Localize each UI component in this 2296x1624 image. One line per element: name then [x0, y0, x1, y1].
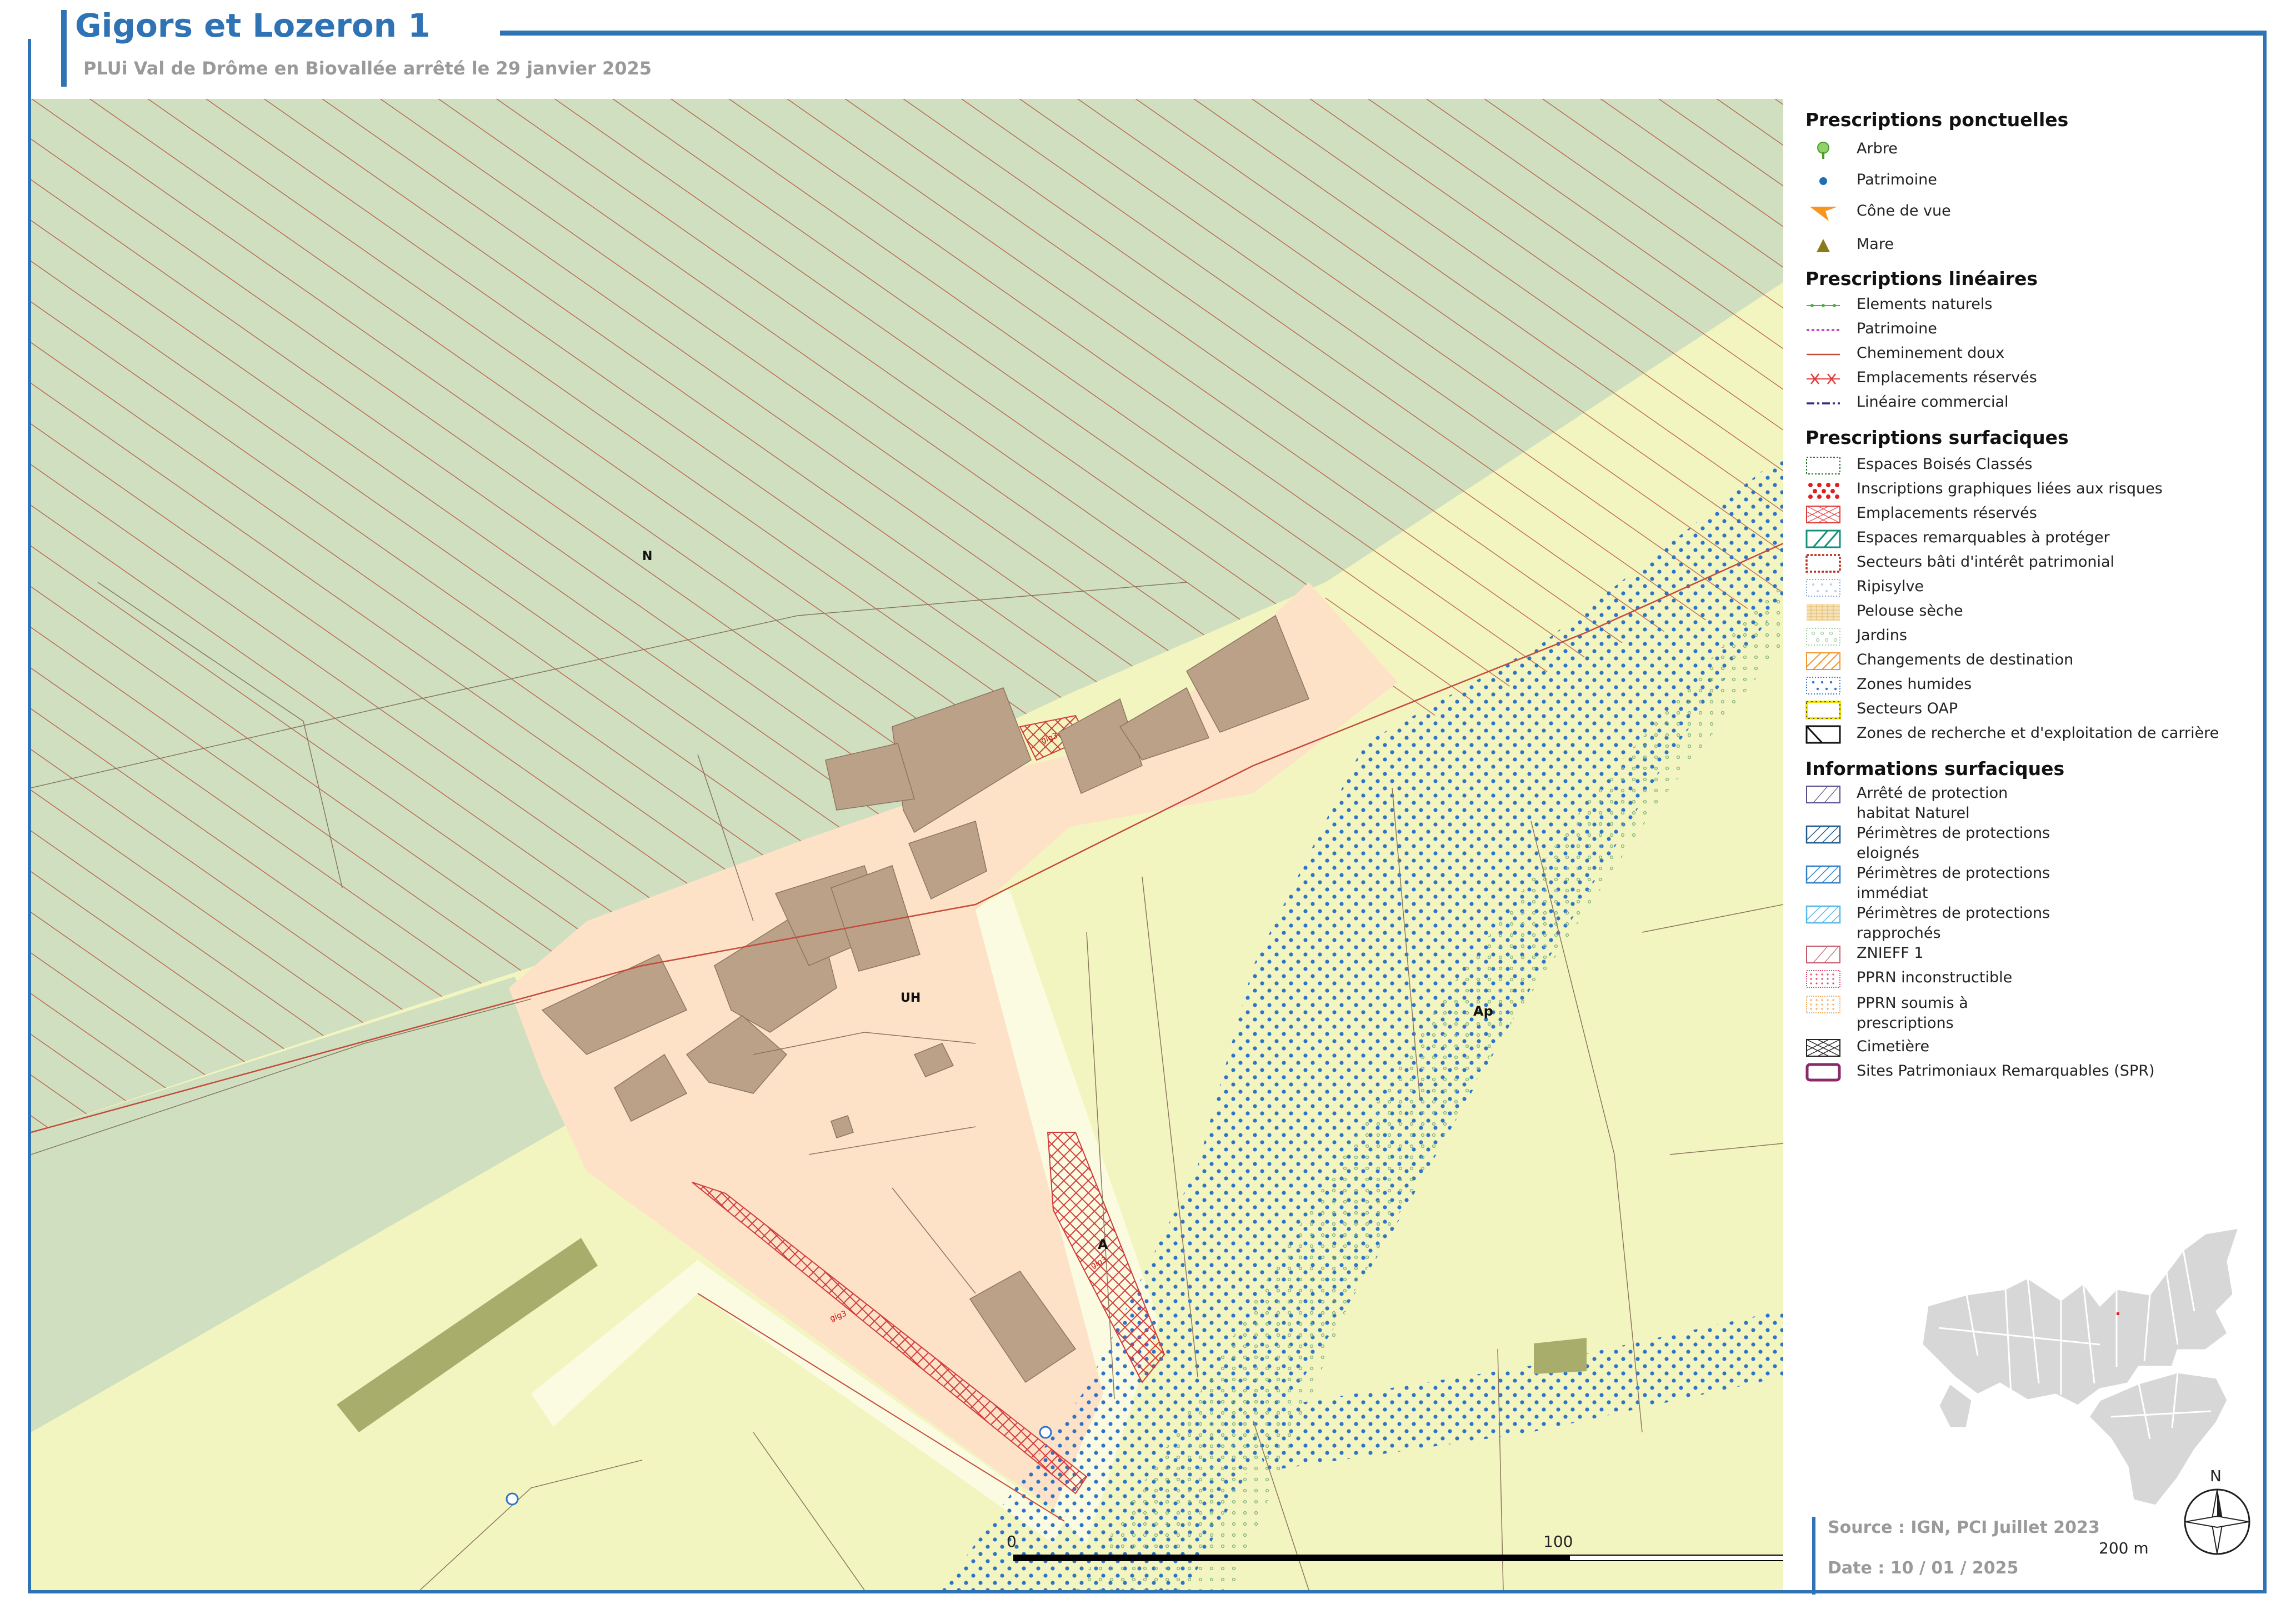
quarry-zone-icon: [1805, 725, 1841, 744]
legend-item: Périmètres de protections eloignés: [1805, 823, 2272, 863]
view-cone-icon: [1810, 207, 1838, 221]
wetland-icon: [1806, 677, 1840, 694]
locator-communes: [1921, 1227, 2240, 1507]
legend-item: Zones humides: [1805, 674, 2272, 697]
reserved-line-icon: [1807, 373, 1840, 384]
page-subtitle: PLUi Val de Drôme en Biovallée arrêté le…: [83, 58, 652, 79]
legend-item: Secteurs OAP: [1805, 699, 2272, 721]
page-title: Gigors et Lozeron 1: [75, 7, 431, 44]
pprn-unbuildable-icon: [1806, 970, 1840, 988]
legend-item: Changements de destination: [1805, 650, 2272, 672]
north-arrow: N: [2181, 1467, 2253, 1561]
far-protection-icon: [1805, 825, 1841, 844]
legend-heading-lineaires: Prescriptions linéaires: [1805, 268, 2038, 289]
legend-item: Arbre: [1805, 139, 2272, 161]
legend-panel: Prescriptions ponctuelles Arbre Patrimoi…: [1800, 106, 2278, 1106]
north-label: N: [2210, 1467, 2222, 1485]
pprn-conditional-icon: [1806, 996, 1840, 1013]
map-svg: N UH Ap A gig3 gig3 gig3: [31, 99, 1783, 1590]
legend-item: Jardins: [1805, 626, 2272, 648]
source-text: Source : IGN, PCI Juillet 2023: [1828, 1518, 2100, 1537]
reserved-area-icon: [1806, 506, 1840, 523]
legend-item: Périmètres de protections immédiat: [1805, 863, 2272, 903]
legend-item: Emplacements réservés: [1805, 368, 2272, 390]
dry-lawn-icon: [1807, 604, 1840, 621]
zone-label-ap: Ap: [1473, 1003, 1493, 1019]
legend-item: Patrimoine: [1805, 319, 2272, 341]
remarkable-spaces-icon: [1805, 529, 1841, 548]
cemetery-icon: [1806, 1039, 1840, 1057]
title-rule: [500, 31, 2267, 34]
natural-line-icon: [1807, 304, 1840, 307]
tree-icon: [1817, 142, 1829, 159]
immediate-protection-icon: [1805, 865, 1841, 884]
zone-label-n: N: [642, 549, 652, 563]
scale-bar: [1013, 1555, 1569, 1561]
legend-item: Inscriptions graphiques liées aux risque…: [1805, 479, 2272, 501]
title-accent-bar: [61, 10, 67, 87]
heritage-line-icon: [1807, 329, 1840, 331]
legend-item: Cheminement doux: [1805, 343, 2272, 366]
legend-item: Ripisylve: [1805, 577, 2272, 599]
legend-item: PPRN inconstructible: [1805, 968, 2272, 990]
oap-sector-icon: [1805, 701, 1841, 719]
compass-icon: [2184, 1488, 2250, 1555]
legend-item: Pelouse sèche: [1805, 601, 2272, 623]
pond-triangle-icon: [1817, 239, 1830, 252]
heritage-sector-icon: [1805, 554, 1841, 573]
legend-heading-surfaciques: Prescriptions surfaciques: [1805, 427, 2069, 448]
legend-item: Mare: [1805, 234, 2272, 257]
spr-icon: [1805, 1063, 1841, 1082]
zone-label-uh: UH: [901, 991, 921, 1005]
legend-item: Espaces remarquables à protéger: [1805, 528, 2272, 550]
legend-item: ZNIEFF 1: [1805, 943, 2272, 966]
legend-heading-ponctuelles: Prescriptions ponctuelles: [1805, 109, 2069, 131]
legend-item: Emplacements réservés: [1805, 503, 2272, 526]
zone-label-a: A: [1098, 1237, 1108, 1252]
patrimoine-marker: [1039, 1426, 1052, 1439]
legend-item: Linéaire commercial: [1805, 392, 2272, 414]
legend-item: Elements naturels: [1805, 294, 2272, 317]
scale-label-100: 100: [1543, 1532, 1573, 1551]
risk-dots-icon: [1807, 482, 1840, 499]
legend-item: Sites Patrimoniaux Remarquables (SPR): [1805, 1061, 2272, 1083]
legend-item: Cône de vue: [1805, 201, 2272, 223]
habitat-protection-icon: [1806, 786, 1840, 803]
close-protection-icon: [1805, 905, 1841, 924]
legend-item: Patrimoine: [1805, 170, 2272, 192]
destination-change-icon: [1806, 652, 1840, 670]
map-canvas[interactable]: N UH Ap A gig3 gig3 gig3 0 100: [31, 99, 1783, 1590]
legend-item: Périmètres de protections rapprochés: [1805, 903, 2272, 943]
scale-label-200: 200 m: [2099, 1539, 2149, 1557]
legend-item: PPRN soumis à prescriptions: [1805, 993, 2272, 1033]
legend-item: Secteurs bâti d'intérêt patrimonial: [1805, 552, 2272, 574]
source-accent-bar: [1812, 1517, 1815, 1595]
legend-item: Arrêté de protection habitat Naturel: [1805, 783, 2272, 823]
date-text: Date : 10 / 01 / 2025: [1828, 1558, 2019, 1578]
legend-item: Zones de recherche et d'exploitation de …: [1805, 723, 2272, 746]
commercial-line-icon: [1807, 402, 1840, 404]
ripisylve-icon: [1806, 579, 1840, 597]
legend-item: Cimetière: [1805, 1037, 2272, 1059]
gardens-icon: [1806, 628, 1840, 646]
znieff-icon: [1806, 946, 1840, 963]
path-line-icon: [1807, 353, 1840, 356]
classified-woods-icon: [1806, 457, 1840, 474]
patrimoine-marker: [506, 1492, 519, 1506]
patrimoine-dot-icon: [1819, 177, 1827, 185]
legend-heading-informations: Informations surfaciques: [1805, 758, 2065, 779]
scale-bar-second: [1569, 1555, 1783, 1561]
locator-marker: [2117, 1312, 2119, 1315]
olive-small: [1534, 1338, 1587, 1374]
legend-item: Espaces Boisés Classés: [1805, 454, 2272, 477]
scale-label-0: 0: [1007, 1532, 1017, 1551]
